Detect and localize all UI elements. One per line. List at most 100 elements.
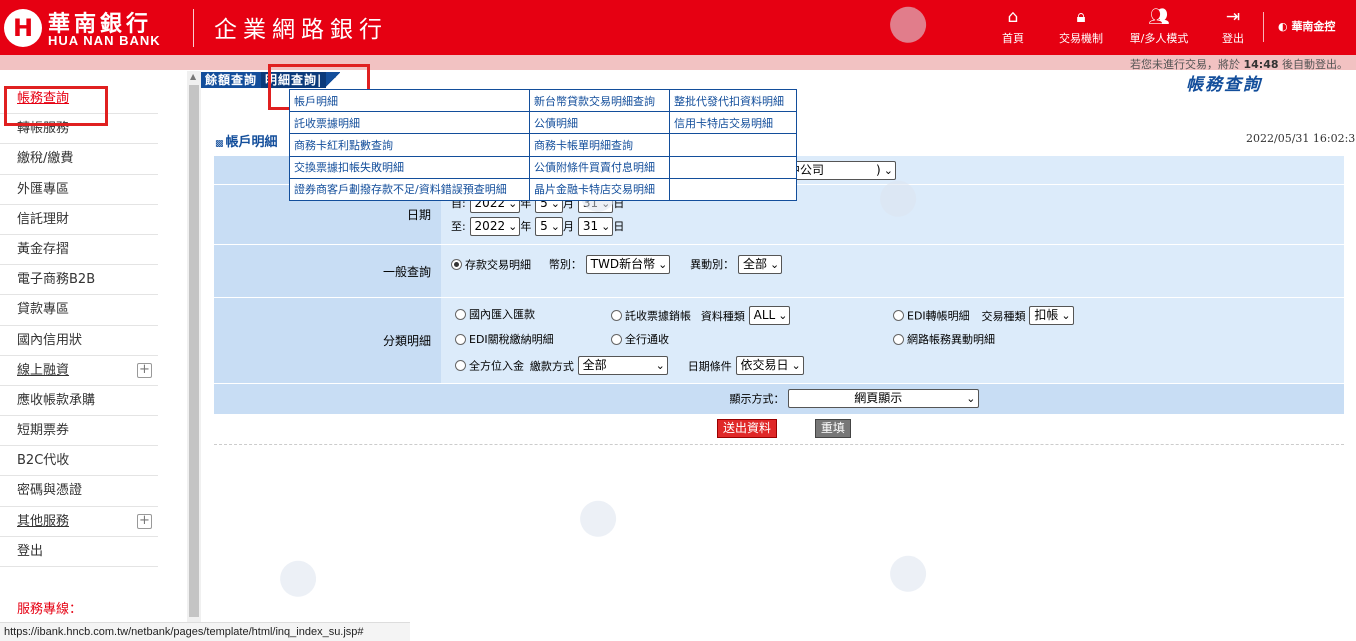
classified-line-3: 全方位入金 繳款方式 全部 ⌄ 日期條件 依交易日 ⌄ xyxy=(455,353,1344,378)
sidebar-item-forex[interactable]: 外匯專區 xyxy=(0,175,158,205)
edi-customs-radio[interactable] xyxy=(455,333,466,345)
to-day-select[interactable]: 31 ⌄ xyxy=(577,216,614,236)
opt-all-in[interactable]: 全方位入金 繳款方式 全部 ⌄ 日期條件 依交易日 ⌄ xyxy=(455,356,804,375)
deposit-detail-radio[interactable] xyxy=(451,258,462,270)
tab-balance-inquiry[interactable]: 餘額查詢 xyxy=(201,72,261,88)
edi-transfer-label: EDI轉帳明細 xyxy=(907,309,970,323)
menu-item-bizcard-bill[interactable]: 商務卡帳單明細查詢 xyxy=(529,133,670,157)
nav-transaction-mechanism-button[interactable]: 🔒︎ 交易機制 xyxy=(1051,4,1111,46)
remit-radio[interactable] xyxy=(455,308,466,320)
section-title: ▩ 帳戶明細 xyxy=(215,131,278,150)
bank-name-en: HUA NAN BANK xyxy=(48,33,161,48)
sidebar-scrollbar[interactable]: ▲ xyxy=(187,71,201,626)
menu-item-securities-precheck[interactable]: 證券商客戶劃撥存款不足/資料錯誤預查明細 xyxy=(289,177,530,201)
sidebar-item-logout[interactable]: 登出 xyxy=(0,537,158,567)
currency-select[interactable]: TWD新台幣 ⌄ xyxy=(585,254,671,274)
expand-plus-icon[interactable]: + xyxy=(137,362,152,378)
pay-method-select[interactable]: 全部 ⌄ xyxy=(577,356,668,375)
watermark-logo-icon xyxy=(886,551,931,596)
account-select[interactable]: 中公司) ⌄ xyxy=(783,160,896,180)
sidebar-item-trust[interactable]: 信託理財 xyxy=(0,205,158,235)
opt-edi-transfer[interactable]: EDI轉帳明細 交易種類 扣帳 ⌄ xyxy=(893,306,1074,325)
all-in-radio[interactable] xyxy=(455,360,466,371)
sidebar-item-gold[interactable]: 黃金存摺 xyxy=(0,235,158,266)
sidebar: 帳務查詢 轉帳服務 繳稅/繳費 外匯專區 信託理財 黃金存摺 電子商務B2B 貸… xyxy=(0,84,158,567)
nav-logout-button[interactable]: ⇥ 登出 xyxy=(1203,4,1263,46)
sidebar-item-online-financing[interactable]: 線上融資 + xyxy=(0,356,158,386)
to-day-value: 31 xyxy=(582,218,599,233)
to-month-select[interactable]: 5 ⌄ xyxy=(535,216,563,236)
menu-item-exchange-debit-fail[interactable]: 交換票據扣帳失敗明細 xyxy=(289,155,530,179)
sidebar-item-label: 登出 xyxy=(17,543,44,559)
app-title: 企業網路銀行 xyxy=(214,17,388,43)
classified-line-2: EDI關稅繳納明細 全行通收 網路帳務異動明細 xyxy=(455,328,1344,353)
sidebar-item-b2c[interactable]: B2C代收 xyxy=(0,446,158,477)
edi-transfer-radio[interactable] xyxy=(893,310,904,321)
sidebar-item-tax-payment[interactable]: 繳稅/繳費 xyxy=(0,144,158,175)
header-divider xyxy=(193,9,194,47)
scrollbar-thumb[interactable] xyxy=(189,85,199,617)
menu-item-bond-repo-interest[interactable]: 公債附條件買賣付息明細 xyxy=(529,155,670,179)
all-in-label: 全方位入金 xyxy=(469,359,524,373)
display-select[interactable]: 網頁顯示 ⌄ xyxy=(788,389,979,409)
all-pass-radio[interactable] xyxy=(611,333,622,345)
sidebar-item-receivable[interactable]: 應收帳款承購 xyxy=(0,386,158,417)
chevron-down-icon: ⌄ xyxy=(769,257,780,271)
txn-type-label: 交易種類 xyxy=(981,309,1026,323)
chevron-down-icon: ⌄ xyxy=(966,392,976,406)
nav-home-button[interactable]: ⌂ 首頁 xyxy=(983,4,1043,46)
sidebar-item-b2b[interactable]: 電子商務B2B xyxy=(0,265,158,296)
opt-edi-customs[interactable]: EDI關稅繳納明細 xyxy=(455,331,554,347)
sidebar-item-bills[interactable]: 短期票券 xyxy=(0,416,158,447)
bank-logo-icon[interactable]: H xyxy=(4,9,42,47)
service-hotline-label: 服務專線： xyxy=(17,602,83,617)
form-divider xyxy=(214,444,1344,445)
chevron-down-icon: ⌄ xyxy=(778,309,788,322)
menu-item-chipcard-merchant[interactable]: 晶片金融卡特店交易明細 xyxy=(529,177,670,201)
expand-plus-icon[interactable]: + xyxy=(137,513,152,529)
menu-row: 帳戶明細 新台幣貸款交易明細查詢 整批代發代扣資料明細 xyxy=(289,88,797,113)
lock-icon: 🔒︎ xyxy=(1076,7,1086,27)
data-type-select[interactable]: ALL ⌄ xyxy=(748,306,791,325)
date-condition-select[interactable]: 依交易日 ⌄ xyxy=(735,356,804,375)
opt-remit[interactable]: 國內匯入匯款 xyxy=(455,306,535,322)
detail-inquiry-menu: 帳戶明細 新台幣貸款交易明細查詢 整批代發代扣資料明細 託收票據明細 公債明細 … xyxy=(289,88,797,201)
nav-mode-label: 單/多人模式 xyxy=(1129,32,1189,45)
menu-item-batch-payroll-detail[interactable]: 整批代發代扣資料明細 xyxy=(669,88,797,113)
sidebar-item-password-cert[interactable]: 密碼與憑證 xyxy=(0,476,158,507)
menu-item-collection-bill-detail[interactable]: 託收票據明細 xyxy=(289,111,530,135)
menu-item-bizcard-bonus[interactable]: 商務卡紅利點數查詢 xyxy=(289,133,530,157)
menu-item-twd-loan-detail[interactable]: 新台幣貸款交易明細查詢 xyxy=(529,88,670,113)
sidebar-item-label: 線上融資 xyxy=(17,362,70,378)
to-year-select[interactable]: 2022 ⌄ xyxy=(469,216,521,236)
sidebar-item-domestic-lc[interactable]: 國內信用狀 xyxy=(0,326,158,356)
change-type-select[interactable]: 全部 ⌄ xyxy=(737,254,783,274)
scroll-up-icon[interactable]: ▲ xyxy=(190,72,196,81)
account-select-tail: ) xyxy=(876,162,881,177)
opt-collect-cancel[interactable]: 託收票據銷帳 資料種類 ALL ⌄ xyxy=(611,306,791,325)
collect-cancel-radio[interactable] xyxy=(611,310,622,321)
nav-user-mode-button[interactable]: 👥︎ 單/多人模式 xyxy=(1126,4,1192,46)
reset-button[interactable]: 重填 xyxy=(814,419,851,438)
holding-company-link[interactable]: ◐ 華南金控 xyxy=(1278,18,1335,34)
opt-online-change[interactable]: 網路帳務異動明細 xyxy=(893,331,995,347)
sidebar-item-label: B2C代收 xyxy=(17,453,70,469)
sidebar-item-label: 短期票券 xyxy=(17,423,70,439)
nav-mechanism-label: 交易機制 xyxy=(1059,32,1103,45)
page-title: 帳務查詢 xyxy=(1186,75,1262,95)
txn-type-select[interactable]: 扣帳 ⌄ xyxy=(1029,306,1074,325)
online-change-radio[interactable] xyxy=(893,333,904,345)
sidebar-item-label: 黃金存摺 xyxy=(17,241,70,257)
opt-all-pass[interactable]: 全行通收 xyxy=(611,331,669,347)
submit-button[interactable]: 送出資料 xyxy=(717,419,778,438)
status-suffix: 後自動登出。 xyxy=(1282,58,1348,71)
sidebar-item-other-services[interactable]: 其他服務 + xyxy=(0,507,158,537)
watermark xyxy=(576,495,626,541)
sidebar-item-loan[interactable]: 貸款專區 xyxy=(0,295,158,326)
txn-type-value: 扣帳 xyxy=(1034,308,1059,322)
menu-item-bond-detail[interactable]: 公債明細 xyxy=(529,111,670,135)
menu-item-account-detail[interactable]: 帳戶明細 xyxy=(289,88,530,113)
menu-row: 交換票據扣帳失敗明細 公債附條件買賣付息明細 xyxy=(289,155,797,179)
sidebar-item-label: 國內信用狀 xyxy=(17,332,83,348)
menu-item-credit-merchant-detail[interactable]: 信用卡特店交易明細 xyxy=(669,111,797,135)
